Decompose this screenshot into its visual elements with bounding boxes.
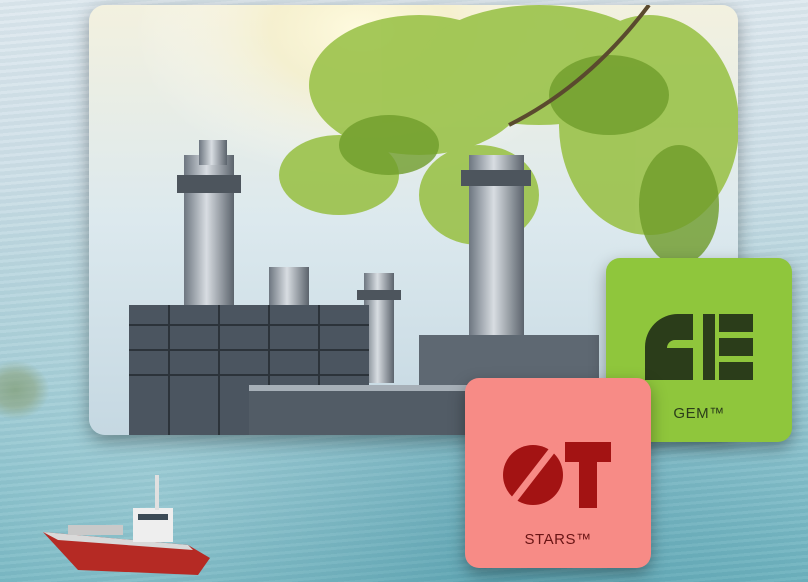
gem-logo-icon bbox=[645, 314, 753, 380]
stars-label: STARS™ bbox=[524, 531, 592, 548]
stars-logo-icon bbox=[503, 442, 611, 508]
stars-tile[interactable]: STARS™ bbox=[465, 378, 651, 568]
background-island bbox=[0, 360, 50, 420]
background-ship bbox=[43, 475, 210, 575]
